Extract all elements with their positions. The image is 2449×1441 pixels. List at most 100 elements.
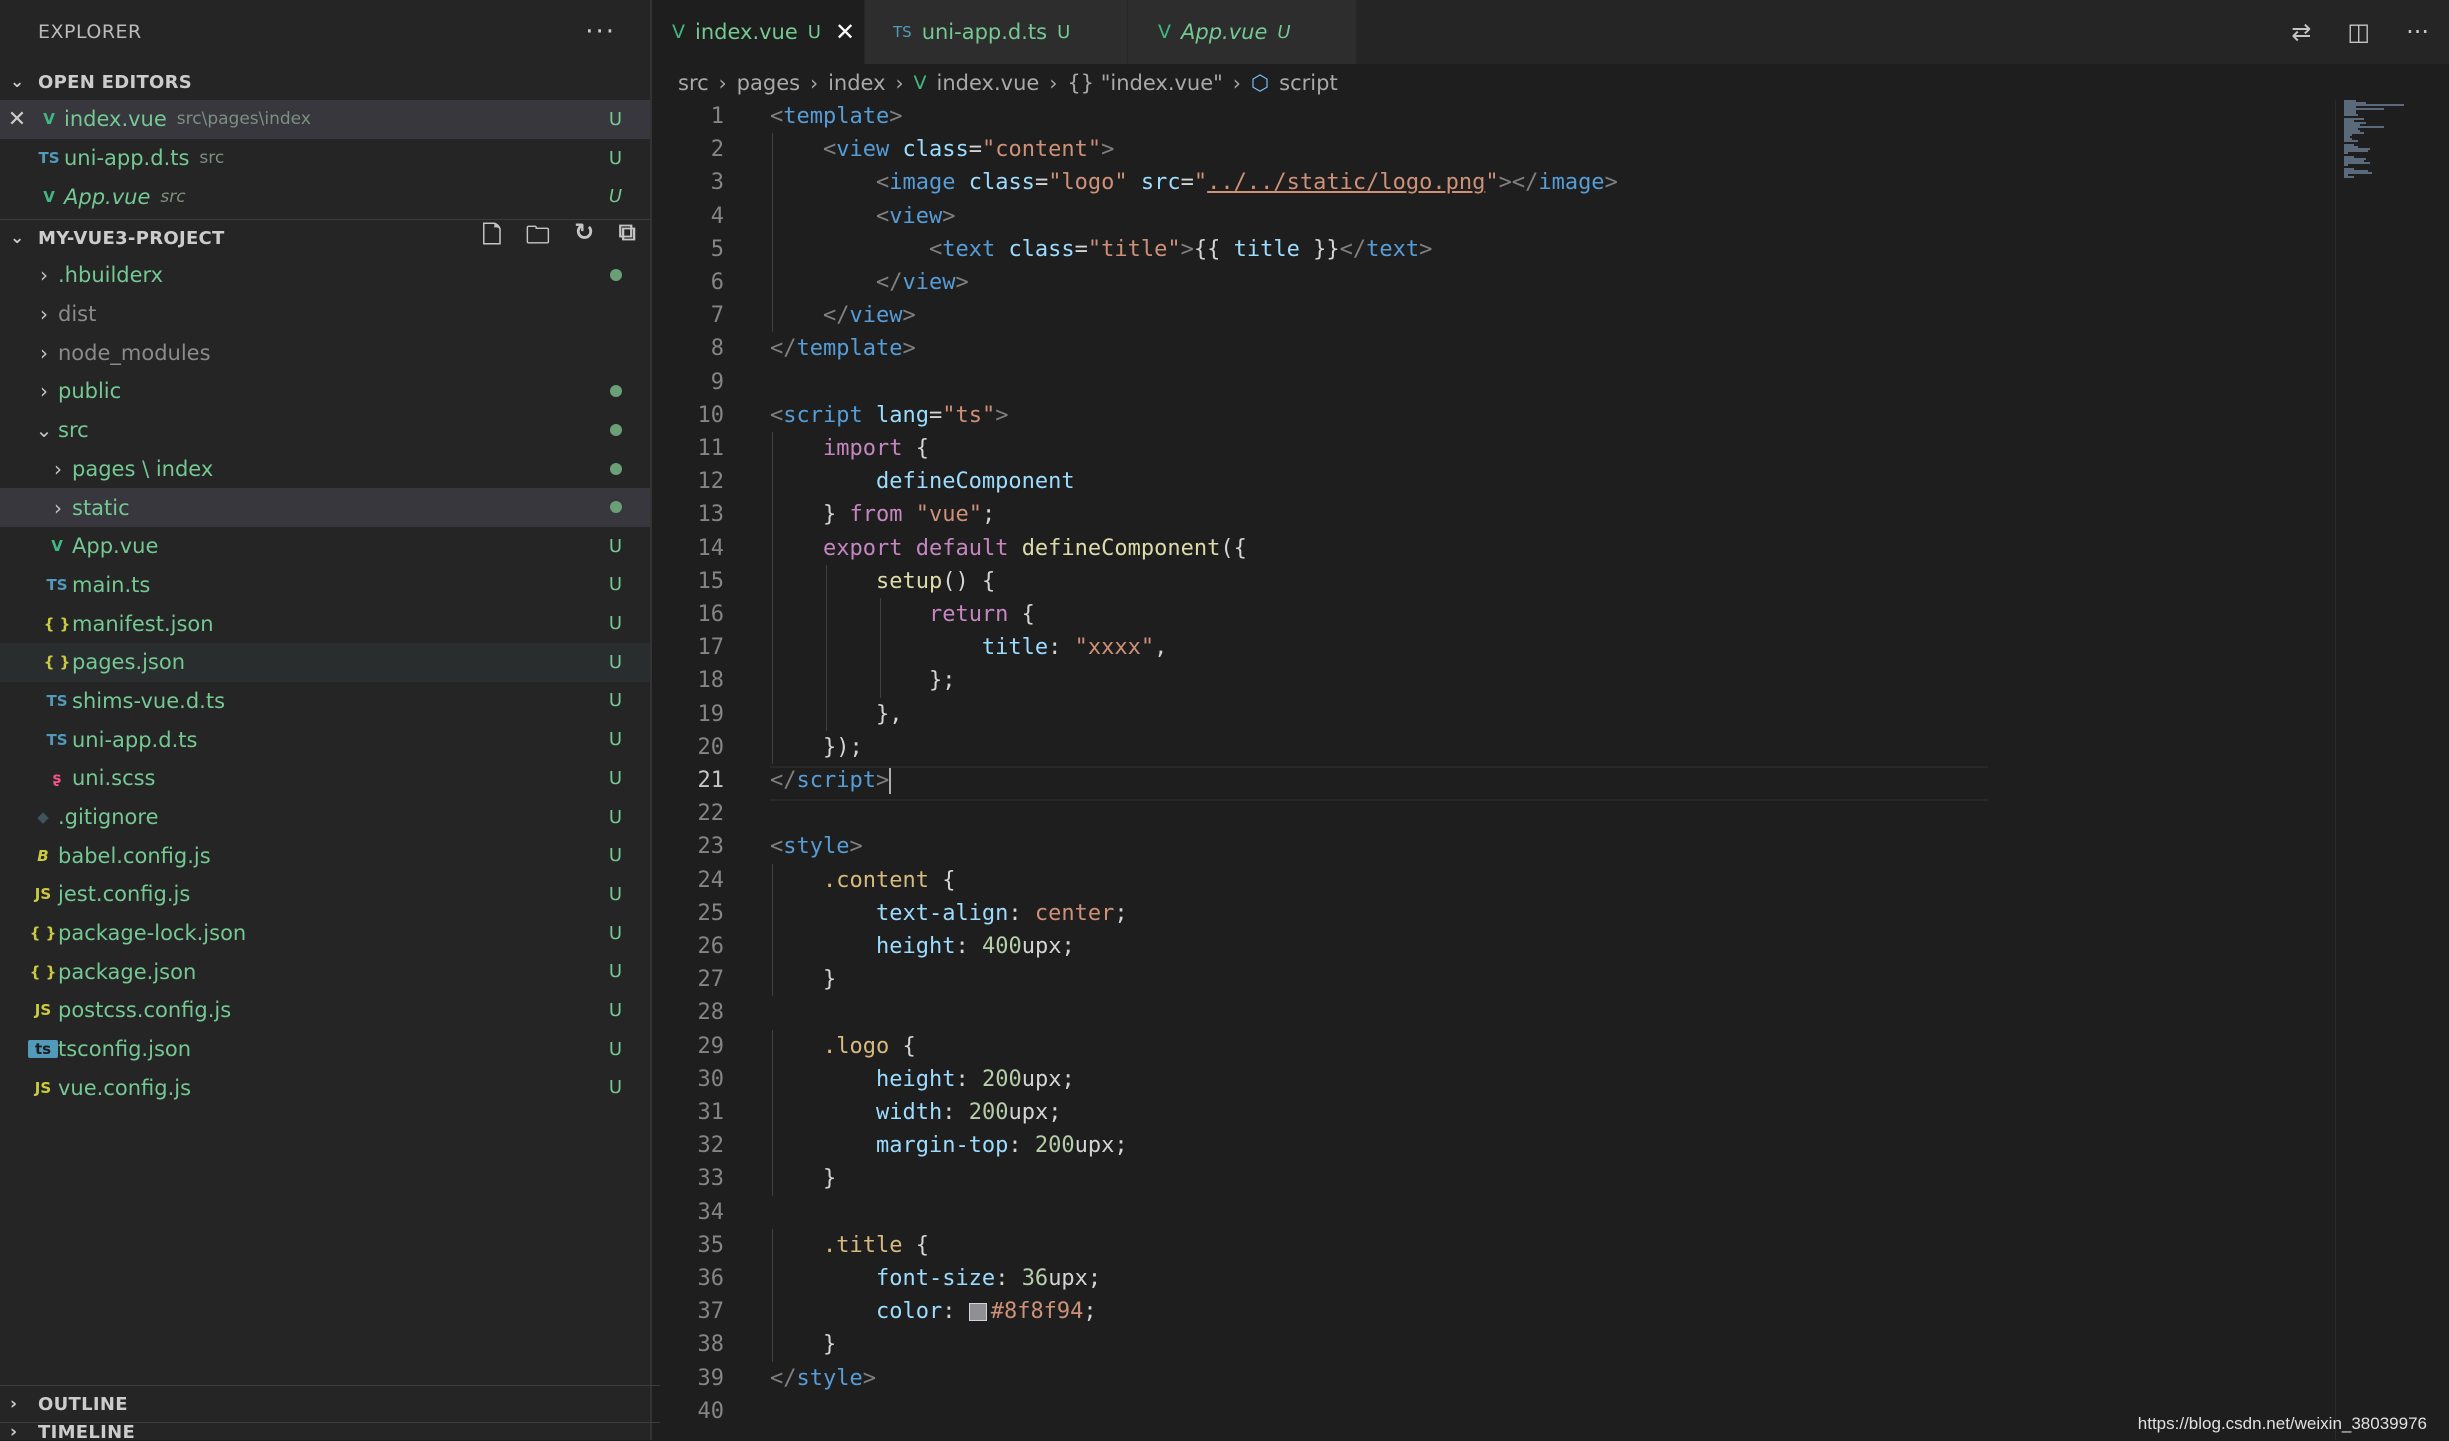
code-line[interactable]: 14 export default defineComponent({ [652, 532, 2332, 565]
tree-item-label: babel.config.js [58, 843, 211, 868]
breadcrumb-item[interactable]: index [828, 71, 885, 95]
collapse-all-icon[interactable]: ⧉ [619, 218, 636, 259]
code-line[interactable]: 32 margin-top: 200upx; [652, 1129, 2332, 1162]
code-line[interactable]: 36 font-size: 36upx; [652, 1262, 2332, 1295]
code-line[interactable]: 40 [652, 1395, 2332, 1428]
code-line[interactable]: 22 [652, 797, 2332, 830]
code-line[interactable]: 4 <view> [652, 200, 2332, 233]
code-line[interactable]: 25 text-align: center; [652, 897, 2332, 930]
close-icon[interactable]: ✕ [0, 107, 34, 132]
tree-folder[interactable]: › public [0, 372, 650, 411]
code-line[interactable]: 12 defineComponent [652, 465, 2332, 498]
code-line[interactable]: 28 [652, 996, 2332, 1029]
code-line[interactable]: 10 <script lang="ts"> [652, 399, 2332, 432]
tree-file[interactable]: { } package.json U [0, 952, 650, 991]
tree-item-label: .hbuilderx [58, 263, 164, 288]
code-line[interactable]: 18 }; [652, 664, 2332, 697]
code-line[interactable]: 17 title: "xxxx", [652, 631, 2332, 664]
tree-file[interactable]: JS vue.config.js U [0, 1069, 650, 1108]
tree-file[interactable]: V App.vue U [0, 527, 650, 566]
tree-file[interactable]: JS postcss.config.js U [0, 991, 650, 1030]
line-number: 14 [697, 535, 725, 561]
tree-folder[interactable]: ⌄ src [0, 411, 650, 450]
breadcrumb-item[interactable]: src [678, 71, 709, 95]
code-line[interactable]: 16 return { [652, 598, 2332, 631]
tree-file[interactable]: ts tsconfig.json U [0, 1030, 650, 1069]
code-line[interactable]: 34 [652, 1196, 2332, 1229]
breadcrumb-item[interactable]: pages [737, 71, 800, 95]
more-actions-icon[interactable]: ··· [2406, 18, 2429, 46]
code-line[interactable]: 11 import { [652, 432, 2332, 465]
project-header[interactable]: ⌄ MY-VUE3-PROJECT 🗋 🗀 ↻ ⧉ [0, 218, 650, 259]
code-editor[interactable]: 1 <template> 2 <view class="content"> 3 <im… [652, 100, 2449, 1440]
code-text: </style> [770, 1365, 876, 1391]
open-changes-icon[interactable]: ⇄ [2291, 18, 2311, 46]
git-status-badge: U [608, 961, 622, 983]
new-folder-icon[interactable]: 🗀 [526, 218, 550, 259]
code-line[interactable]: 26 height: 400upx; [652, 930, 2332, 963]
code-line[interactable]: 35 .title { [652, 1229, 2332, 1262]
tree-file[interactable]: { } pages.json U [0, 642, 650, 682]
code-line[interactable]: 33 } [652, 1162, 2332, 1195]
tree-folder[interactable]: › pages \ index [0, 450, 650, 489]
breadcrumb-item[interactable]: script [1279, 71, 1338, 95]
code-line[interactable]: 8 </template> [652, 332, 2332, 365]
tab-uni-app-d-ts[interactable]: TS uni-app.d.ts U [865, 0, 1128, 64]
close-icon[interactable]: ✕ [835, 18, 855, 46]
code-line[interactable]: 30 height: 200upx; [652, 1063, 2332, 1096]
tab-index-vue[interactable]: V index.vue U ✕ [652, 0, 865, 64]
line-number: 24 [697, 867, 725, 893]
code-line[interactable]: 20 }); [652, 731, 2332, 764]
tree-folder[interactable]: › static [0, 488, 650, 527]
code-line[interactable]: 5 <text class="title">{{ title }}</text> [652, 233, 2332, 266]
code-line[interactable]: 24 .content { [652, 864, 2332, 897]
more-actions-icon[interactable]: ··· [585, 17, 616, 47]
timeline-header[interactable]: › TIMELINE [0, 1422, 660, 1441]
new-file-icon[interactable]: 🗋 [482, 218, 502, 259]
line-number: 39 [697, 1365, 725, 1391]
code-line[interactable]: 38 } [652, 1328, 2332, 1361]
code-line[interactable]: 6 </view> [652, 266, 2332, 299]
open-editors-header[interactable]: ⌄ OPEN EDITORS [0, 64, 650, 100]
tree-file[interactable]: TS main.ts U [0, 566, 650, 605]
minimap[interactable] [2340, 100, 2440, 180]
tree-file[interactable]: { } package-lock.json U [0, 914, 650, 953]
code-line[interactable]: 37 color: #8f8f94; [652, 1295, 2332, 1328]
code-line[interactable]: 2 <view class="content"> [652, 133, 2332, 166]
tree-file[interactable]: { } manifest.json U [0, 604, 650, 643]
color-swatch[interactable] [968, 1303, 987, 1322]
tree-file[interactable]: ◆ .gitignore U [0, 798, 650, 837]
open-editor-item[interactable]: V App.vue src U [0, 177, 650, 216]
code-line[interactable]: 31 width: 200upx; [652, 1096, 2332, 1129]
refresh-icon[interactable]: ↻ [574, 218, 594, 259]
tree-folder[interactable]: › .hbuilderx [0, 256, 650, 295]
tree-file[interactable]: TS shims-vue.d.ts U [0, 682, 650, 721]
tree-file[interactable]: TS uni-app.d.ts U [0, 720, 650, 759]
code-line[interactable]: 1 <template> [652, 100, 2332, 133]
code-line[interactable]: 7 </view> [652, 299, 2332, 332]
code-line[interactable]: 3 <image class="logo" src="../../static/… [652, 166, 2332, 199]
code-line[interactable]: 13 } from "vue"; [652, 498, 2332, 531]
outline-header[interactable]: › OUTLINE [0, 1385, 660, 1422]
tab-app-vue[interactable]: V App.vue U [1128, 0, 1357, 64]
tree-item-label: .gitignore [58, 805, 159, 830]
code-line[interactable]: 27 } [652, 963, 2332, 996]
code-line[interactable]: 29 .logo { [652, 1030, 2332, 1063]
code-line[interactable]: 19 }, [652, 698, 2332, 731]
breadcrumb-item[interactable]: index.vue [937, 71, 1040, 95]
open-editor-item[interactable]: TS uni-app.d.ts src U [0, 139, 650, 178]
breadcrumb-item[interactable]: {} "index.vue" [1067, 71, 1223, 95]
tree-folder[interactable]: › node_modules [0, 333, 650, 372]
code-line[interactable]: 9 [652, 366, 2332, 399]
code-line[interactable]: 23 <style> [652, 830, 2332, 863]
code-line[interactable]: 21 </script> [652, 764, 2332, 797]
split-editor-icon[interactable]: ◫ [2347, 18, 2370, 46]
open-editor-item[interactable]: ✕ V index.vue src\pages\index U [0, 100, 650, 139]
code-line[interactable]: 15 setup() { [652, 565, 2332, 598]
tree-file[interactable]: Bbabel.config.js U [0, 836, 650, 875]
explorer-sidebar: EXPLORER ··· ⌄ OPEN EDITORS ✕ V index.vu… [0, 0, 660, 1441]
tree-file[interactable]: JS jest.config.js U [0, 875, 650, 914]
tree-file[interactable]: ʂ uni.scss U [0, 759, 650, 798]
tree-folder[interactable]: › dist [0, 295, 650, 334]
code-line[interactable]: 39 </style> [652, 1362, 2332, 1395]
